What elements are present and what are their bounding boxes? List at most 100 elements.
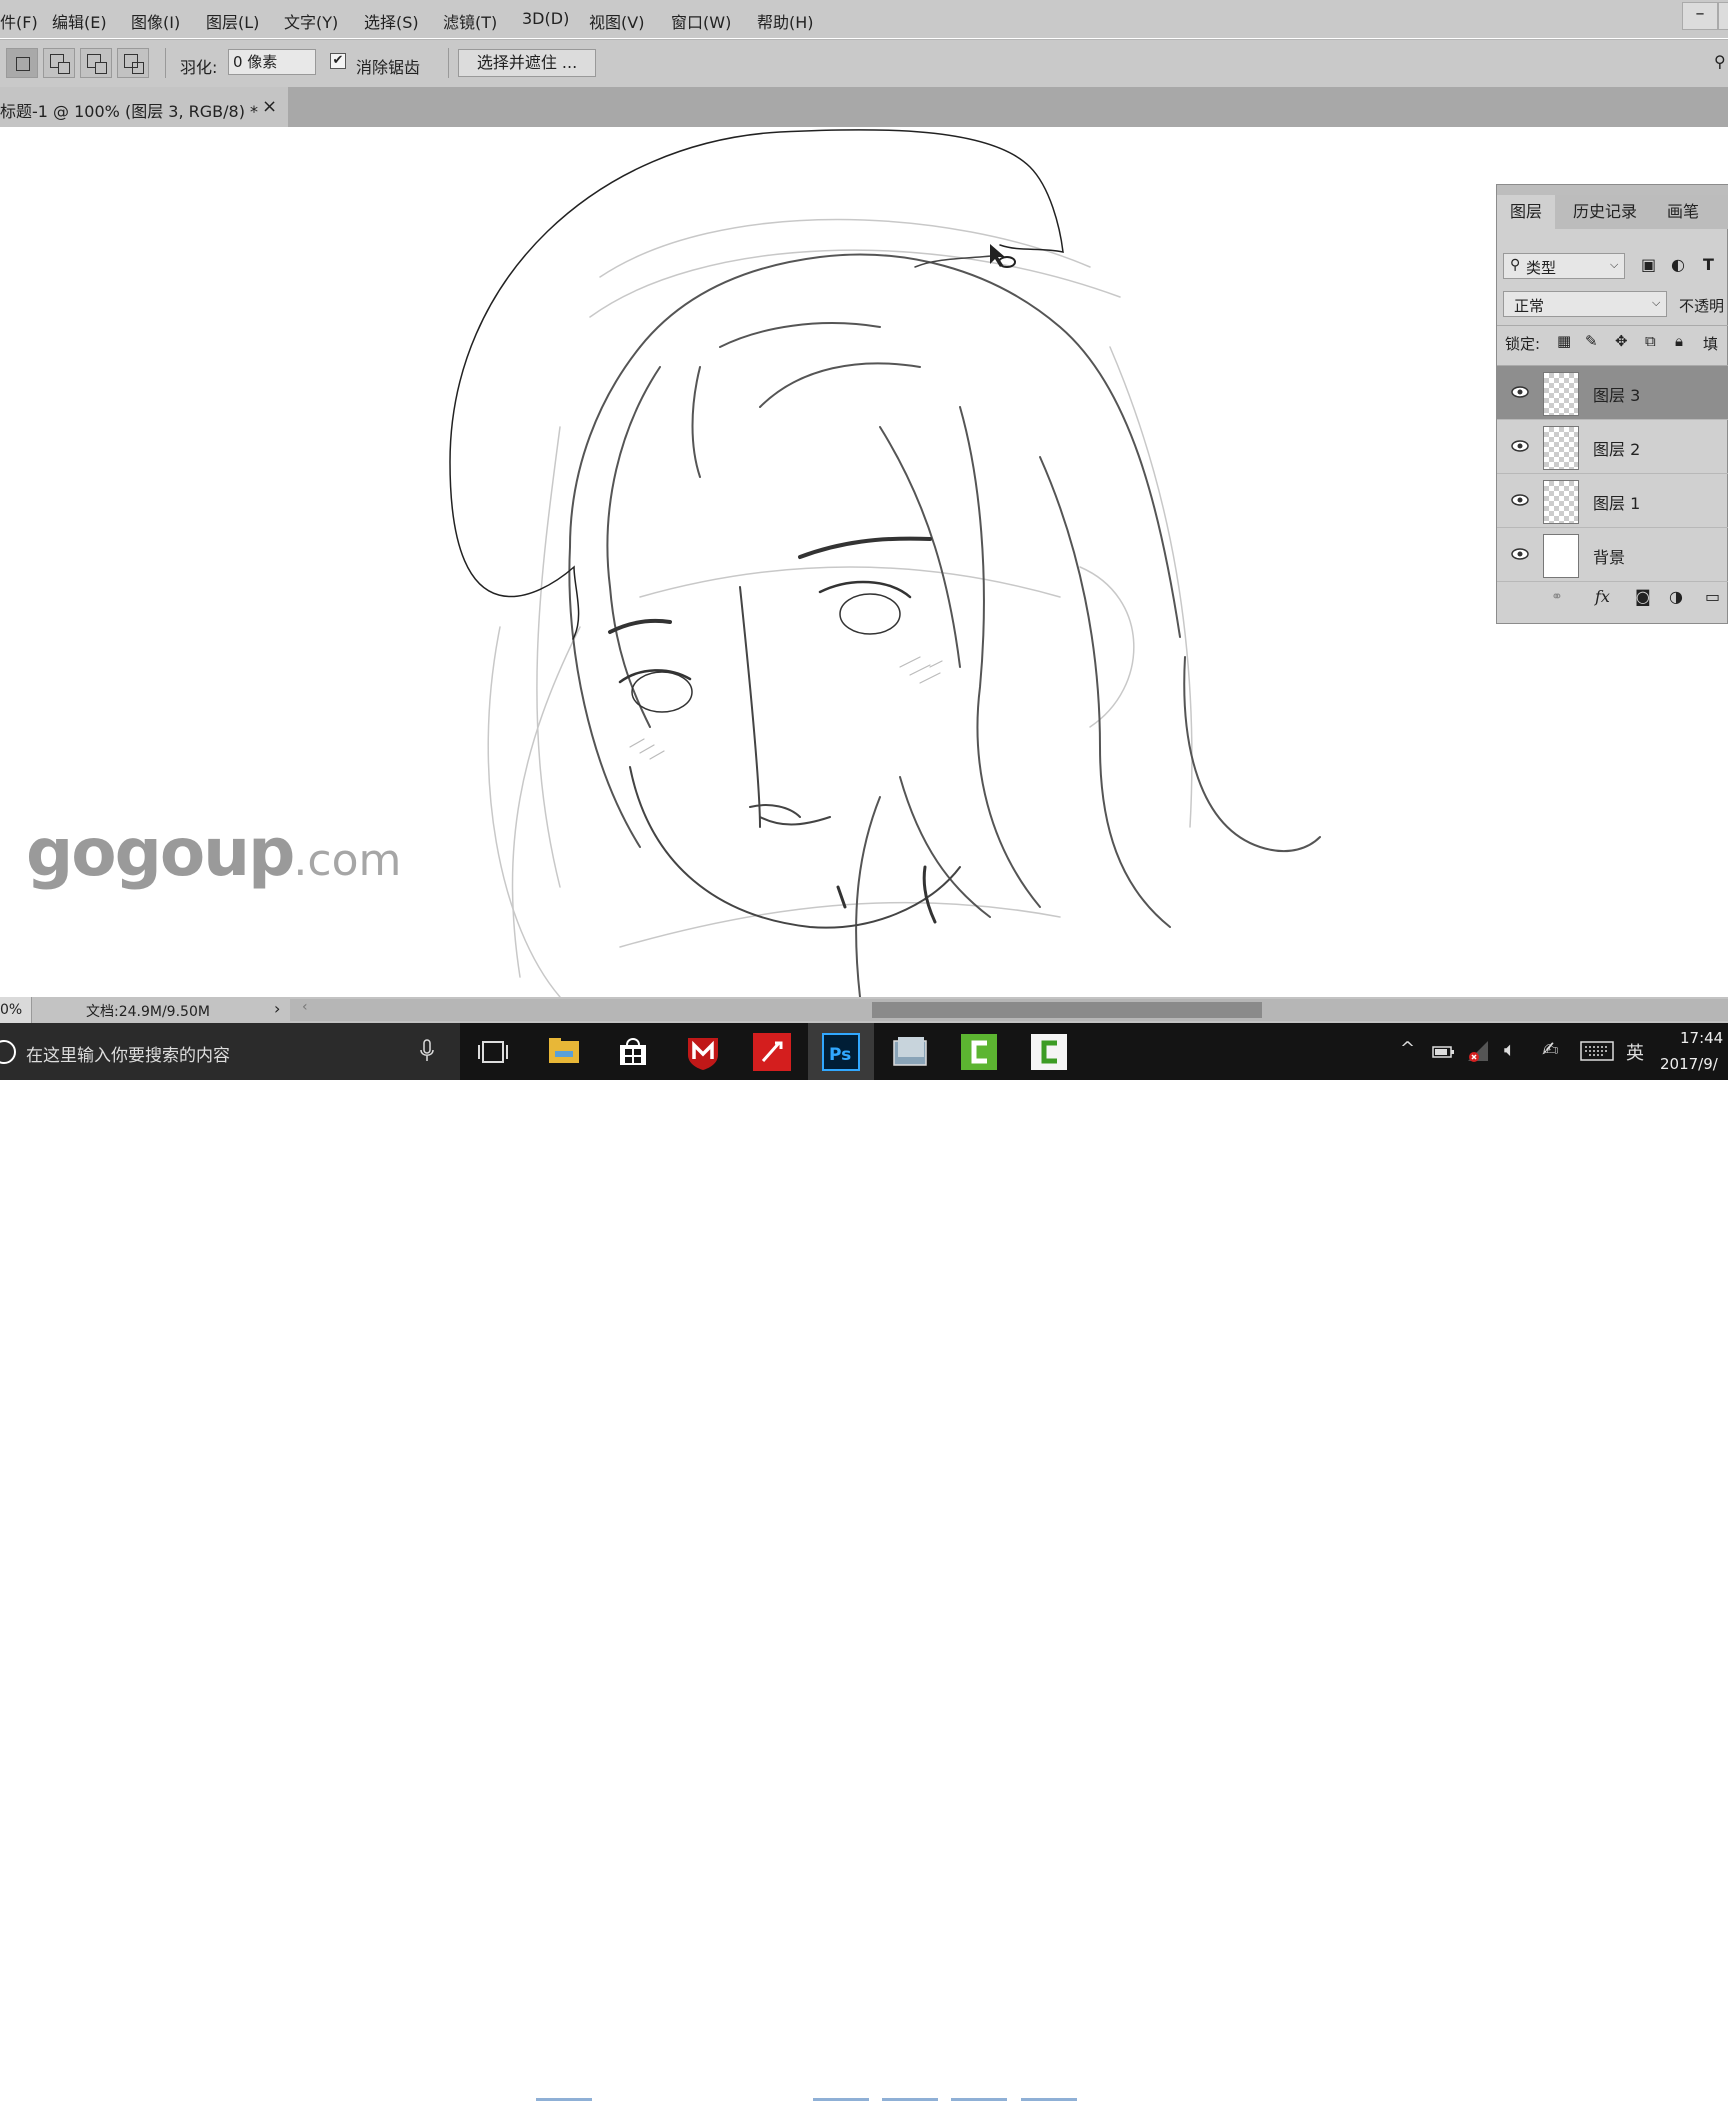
restore-button[interactable] (1718, 2, 1728, 30)
subtract-selection-button[interactable] (80, 48, 112, 78)
lock-all-icon[interactable]: 🔒︎ (1675, 332, 1683, 350)
intersect-selection-button[interactable] (117, 48, 149, 78)
menu-type[interactable]: 文字(Y) (284, 9, 338, 33)
visibility-eye-icon[interactable] (1511, 440, 1529, 452)
scrollbar-thumb[interactable] (872, 1002, 1262, 1018)
layer-row-background[interactable]: 背景 (1497, 528, 1728, 582)
tab-layers[interactable]: 图层 (1497, 195, 1555, 229)
menu-view[interactable]: 视图(V) (589, 9, 644, 33)
document-title: 标题-1 @ 100% (图层 3, RGB/8) * (0, 102, 259, 121)
type-filter-icon[interactable]: T (1703, 255, 1714, 274)
menu-window[interactable]: 窗口(W) (671, 9, 731, 33)
horizontal-scrollbar[interactable]: ‹ (290, 999, 1728, 1021)
filter-kind-select[interactable]: ⚲ 类型 ⌵ (1503, 253, 1625, 279)
ime-indicator[interactable]: 英 (1626, 1039, 1644, 1065)
menu-file[interactable]: 件(F) (0, 9, 38, 33)
layers-panel: 图层 历史记录 画笔 ⚲ 类型 ⌵ ▣ ◐ T 正常 ⌵ 不透明 锁定: ▦ ✎… (1496, 184, 1728, 624)
tab-history[interactable]: 历史记录 (1559, 195, 1651, 229)
camtasia-white-icon[interactable] (1026, 1029, 1072, 1075)
layer-row-2[interactable]: 图层 2 (1497, 420, 1728, 474)
search-placeholder: 在这里输入你要搜索的内容 (26, 1046, 230, 1066)
feather-input[interactable]: 0 像素 (228, 49, 316, 75)
microphone-icon[interactable] (420, 1039, 434, 1063)
volume-icon[interactable]: 🔈︎ (1504, 1037, 1516, 1061)
taskbar-search-box[interactable]: 在这里输入你要搜索的内容 (0, 1023, 460, 1080)
canvas[interactable]: gogoup.com (0, 127, 1728, 997)
adjustment-icon[interactable]: ◑ (1669, 587, 1683, 606)
photos-icon[interactable] (887, 1029, 933, 1075)
layer-name: 图层 2 (1593, 440, 1641, 459)
clock-time[interactable]: 17:44 (1680, 1029, 1723, 1047)
visibility-eye-icon[interactable] (1511, 386, 1529, 398)
file-explorer-icon[interactable] (541, 1029, 587, 1075)
svg-text:Ps: Ps (829, 1045, 851, 1065)
user-icon[interactable]: ⚲ (1714, 52, 1726, 71)
chevron-down-icon: ⌵ (1652, 296, 1661, 309)
menu-edit[interactable]: 编辑(E) (52, 9, 107, 33)
menu-layer[interactable]: 图层(L) (206, 9, 259, 33)
layer-name: 图层 3 (1593, 386, 1641, 405)
doc-info: 文档:24.9M/9.50M (86, 1004, 210, 1020)
lock-paint-icon[interactable]: ✎ (1585, 332, 1598, 350)
lock-artboard-icon[interactable]: ⧉ (1645, 332, 1656, 350)
scroll-left-arrow[interactable]: ‹ (302, 999, 308, 1015)
layer-thumbnail (1543, 426, 1579, 470)
panel-tab-bar: 图层 历史记录 画笔 (1497, 195, 1728, 229)
menu-select[interactable]: 选择(S) (364, 9, 419, 33)
menu-help[interactable]: 帮助(H) (757, 9, 814, 33)
task-view-icon[interactable] (470, 1029, 516, 1075)
divider (448, 48, 449, 78)
watermark: gogoup.com (26, 814, 401, 891)
link-icon[interactable]: ⚭ (1551, 589, 1563, 605)
opacity-label: 不透明 (1679, 297, 1725, 315)
layer-thumbnail (1543, 480, 1579, 524)
close-tab-icon[interactable]: × (262, 96, 277, 117)
select-and-mask-button[interactable]: 选择并遮住 ... (458, 49, 596, 77)
menu-3d[interactable]: 3D(D) (522, 9, 569, 28)
zoom-field[interactable]: 0% (0, 997, 32, 1023)
image-filter-icon[interactable]: ▣ (1641, 255, 1656, 274)
watermark-suffix: .com (293, 835, 402, 886)
photoshop-icon[interactable]: Ps (818, 1029, 864, 1075)
visibility-eye-icon[interactable] (1511, 494, 1529, 506)
mask-icon[interactable]: ◙ (1635, 587, 1651, 606)
network-error-icon[interactable] (1466, 1039, 1492, 1063)
store-icon[interactable] (610, 1029, 656, 1075)
layer-thumbnail (1543, 372, 1579, 416)
divider (1497, 325, 1728, 326)
pen-tray-icon[interactable]: ✍ (1542, 1037, 1559, 1061)
menu-filter[interactable]: 滤镜(T) (443, 9, 497, 33)
folder-icon[interactable]: ▭ (1705, 587, 1720, 606)
mcafee-icon[interactable] (680, 1029, 726, 1075)
fill-label: 填 (1703, 335, 1719, 353)
divider (165, 48, 166, 78)
panel-grip[interactable] (1497, 185, 1728, 195)
menu-image[interactable]: 图像(I) (131, 9, 180, 33)
add-selection-button[interactable] (43, 48, 75, 78)
layer-thumbnail (1543, 534, 1579, 578)
visibility-eye-icon[interactable] (1511, 548, 1529, 560)
status-menu-arrow[interactable]: › (274, 999, 280, 1018)
pen-app-icon[interactable] (749, 1029, 795, 1075)
adjustment-filter-icon[interactable]: ◐ (1671, 255, 1685, 274)
fx-icon[interactable]: fx (1595, 587, 1610, 606)
minimize-button[interactable]: – (1682, 2, 1718, 30)
keyboard-icon[interactable] (1580, 1041, 1614, 1061)
lock-transparent-icon[interactable]: ▦ (1557, 332, 1571, 350)
tab-brushes[interactable]: 画笔 (1657, 195, 1709, 229)
lock-label: 锁定: (1505, 335, 1541, 353)
filter-kind-value: 类型 (1526, 259, 1557, 277)
clock-date[interactable]: 2017/9/ (1660, 1055, 1718, 1073)
lock-move-icon[interactable]: ✥ (1615, 332, 1628, 350)
layer-row-1[interactable]: 图层 1 (1497, 474, 1728, 528)
battery-icon[interactable] (1432, 1043, 1456, 1059)
chevron-up-icon[interactable]: ^ (1400, 1038, 1415, 1059)
antialias-checkbox[interactable]: ✔ (330, 53, 346, 69)
watermark-main: gogoup (26, 814, 295, 891)
camtasia-green-icon[interactable] (956, 1029, 1002, 1075)
new-selection-button[interactable] (6, 48, 38, 78)
blend-mode-select[interactable]: 正常 ⌵ (1503, 291, 1667, 317)
chevron-down-icon: ⌵ (1610, 258, 1619, 271)
document-tab[interactable]: 标题-1 @ 100% (图层 3, RGB/8) * × (0, 87, 288, 127)
layer-row-3[interactable]: 图层 3 (1497, 366, 1728, 420)
